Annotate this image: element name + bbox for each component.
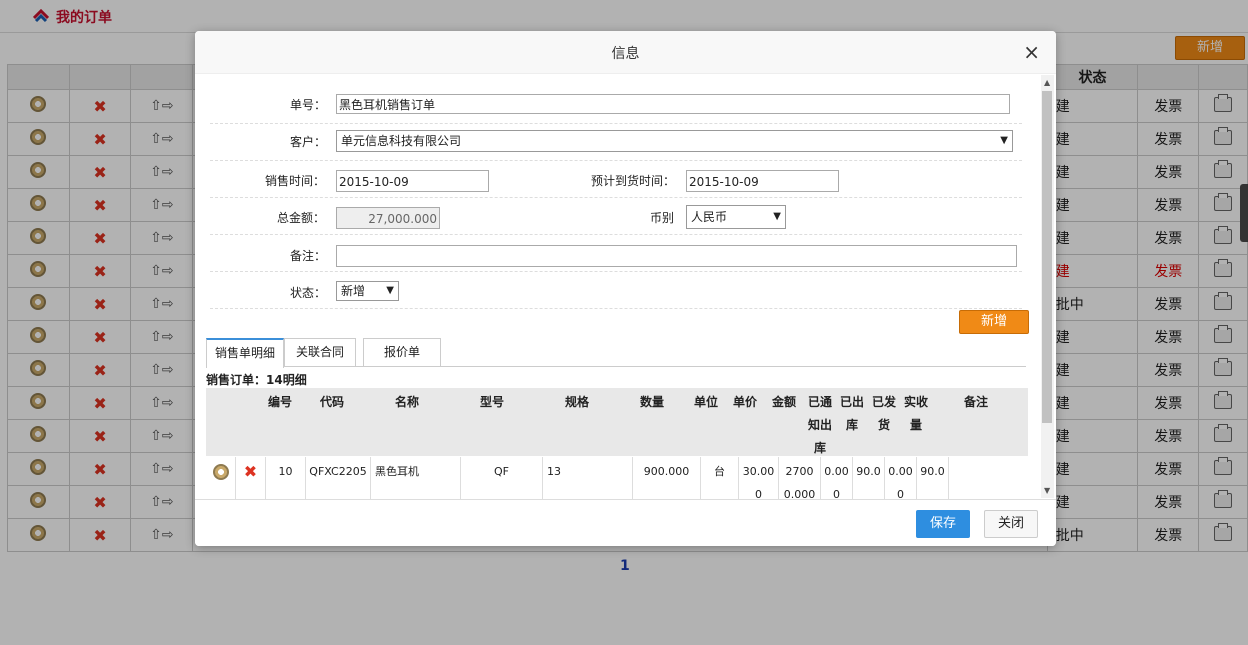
cell-amount: 27000.000 (778, 457, 820, 499)
status-select-value: 新增 (341, 284, 366, 298)
col-code: 代码 (319, 395, 344, 409)
scrollbar-thumb[interactable] (1042, 91, 1052, 423)
info-dialog: 信息 × 单号： 黑色耳机销售订单 客户： 单元信息科技有限公司 ▼ 销售时间：… (195, 31, 1056, 546)
side-scroll-handle[interactable] (1240, 184, 1248, 242)
cell-code: QFXC2205 (305, 457, 370, 499)
time-row: 销售时间： 2015-10-09 预计到货时间： 2015-10-09 (210, 160, 1022, 198)
col-unit: 单位 (693, 395, 718, 409)
scroll-up-icon[interactable]: ▲ (1044, 78, 1050, 87)
currency-select-value: 人民币 (691, 210, 728, 224)
order-no-label: 单号： (290, 98, 327, 112)
customer-row: 客户： 单元信息科技有限公司 ▼ (210, 123, 1022, 161)
col-notified: 已通知出库 (807, 395, 832, 455)
cell-name: 黑色耳机 (370, 457, 460, 499)
customer-label: 客户： (290, 135, 327, 149)
cell-model: QF (460, 457, 542, 499)
cell-unit: 台 (700, 457, 738, 499)
close-button[interactable]: 关闭 (984, 510, 1038, 538)
col-model: 型号 (479, 395, 504, 409)
cell-shipped: 0.000 (884, 457, 916, 499)
col-qty: 数量 (639, 395, 664, 409)
edit-gear-icon[interactable] (212, 464, 229, 480)
total-amount-input: 27,000.000 (336, 207, 440, 229)
close-icon[interactable]: × (1023, 40, 1040, 64)
cell-out: 90.0 (852, 457, 884, 499)
col-out: 已出库 (839, 395, 864, 432)
dialog-body: 单号： 黑色耳机销售订单 客户： 单元信息科技有限公司 ▼ 销售时间： 2015… (195, 74, 1040, 499)
tab-quotation[interactable]: 报价单 (363, 338, 441, 366)
cell-qty: 900.000 (632, 457, 700, 499)
cell-no: 10 (265, 457, 305, 499)
amount-row: 总金额： 27,000.000 币别 人民币 ▼ (210, 197, 1022, 235)
order-no-input[interactable]: 黑色耳机销售订单 (336, 94, 1010, 114)
order-no-row: 单号： 黑色耳机销售订单 (210, 86, 1022, 124)
dialog-header: 信息 × (195, 31, 1056, 74)
tab-sales-detail[interactable]: 销售单明细 (206, 338, 284, 368)
dropdown-arrow-icon: ▼ (386, 285, 394, 296)
scroll-down-icon[interactable]: ▼ (1044, 486, 1050, 495)
cell-spec: 13 (542, 457, 632, 499)
dialog-footer: 保存 关闭 (195, 499, 1056, 546)
col-no: 编号 (267, 395, 292, 409)
dialog-scrollbar[interactable]: ▲ ▼ (1041, 75, 1054, 498)
customer-select-value: 单元信息科技有限公司 (341, 134, 462, 148)
total-label: 总金额： (277, 211, 326, 225)
remark-row: 备注： (210, 234, 1022, 272)
col-amount: 金额 (771, 395, 796, 409)
sale-time-label: 销售时间： (265, 174, 326, 188)
cell-price: 30.000 (738, 457, 778, 499)
remark-input[interactable] (336, 245, 1017, 267)
status-label: 状态： (290, 286, 327, 300)
delete-cell: ✖ (235, 457, 265, 499)
detail-row: ✖ 10 QFXC2205 黑色耳机 QF 13 900.000 台 30.00… (206, 457, 1028, 499)
col-spec: 规格 (564, 395, 589, 409)
add-detail-button[interactable]: 新增 (959, 310, 1029, 334)
status-select[interactable]: 新增 ▼ (336, 281, 399, 301)
detail-table-header: 编号 代码 名称 型号 规格 数量 单位 单价 金额 已通知出库 已出库 已发货… (206, 388, 1028, 456)
dialog-title: 信息 (611, 46, 640, 62)
currency-label: 币别 (650, 211, 675, 225)
col-received: 实收量 (903, 395, 928, 432)
delete-icon[interactable]: ✖ (244, 462, 257, 481)
dropdown-arrow-icon: ▼ (773, 211, 781, 222)
col-price: 单价 (732, 395, 757, 409)
sale-time-input[interactable]: 2015-10-09 (336, 170, 489, 192)
col-shipped: 已发货 (871, 395, 896, 432)
eta-input[interactable]: 2015-10-09 (686, 170, 839, 192)
customer-select[interactable]: 单元信息科技有限公司 ▼ (336, 130, 1013, 152)
col-name: 名称 (394, 395, 419, 409)
detail-subtitle: 销售订单：14明细 (206, 373, 307, 387)
dropdown-arrow-icon: ▼ (1000, 135, 1008, 146)
detail-tabs: 销售单明细 关联合同 报价单 (206, 338, 1026, 368)
save-button[interactable]: 保存 (916, 510, 970, 538)
col-remark: 备注 (963, 395, 988, 409)
cell-notified: 0.000 (820, 457, 852, 499)
cell-remark (948, 457, 1028, 499)
eta-label: 预计到货时间： (591, 174, 676, 188)
status-row: 状态： 新增 ▼ (210, 271, 1022, 309)
currency-select[interactable]: 人民币 ▼ (686, 205, 786, 229)
edit-cell (206, 457, 235, 499)
tab-linked-contract[interactable]: 关联合同 (284, 338, 356, 366)
cell-received: 90.0 (916, 457, 948, 499)
remark-label: 备注： (290, 249, 327, 263)
